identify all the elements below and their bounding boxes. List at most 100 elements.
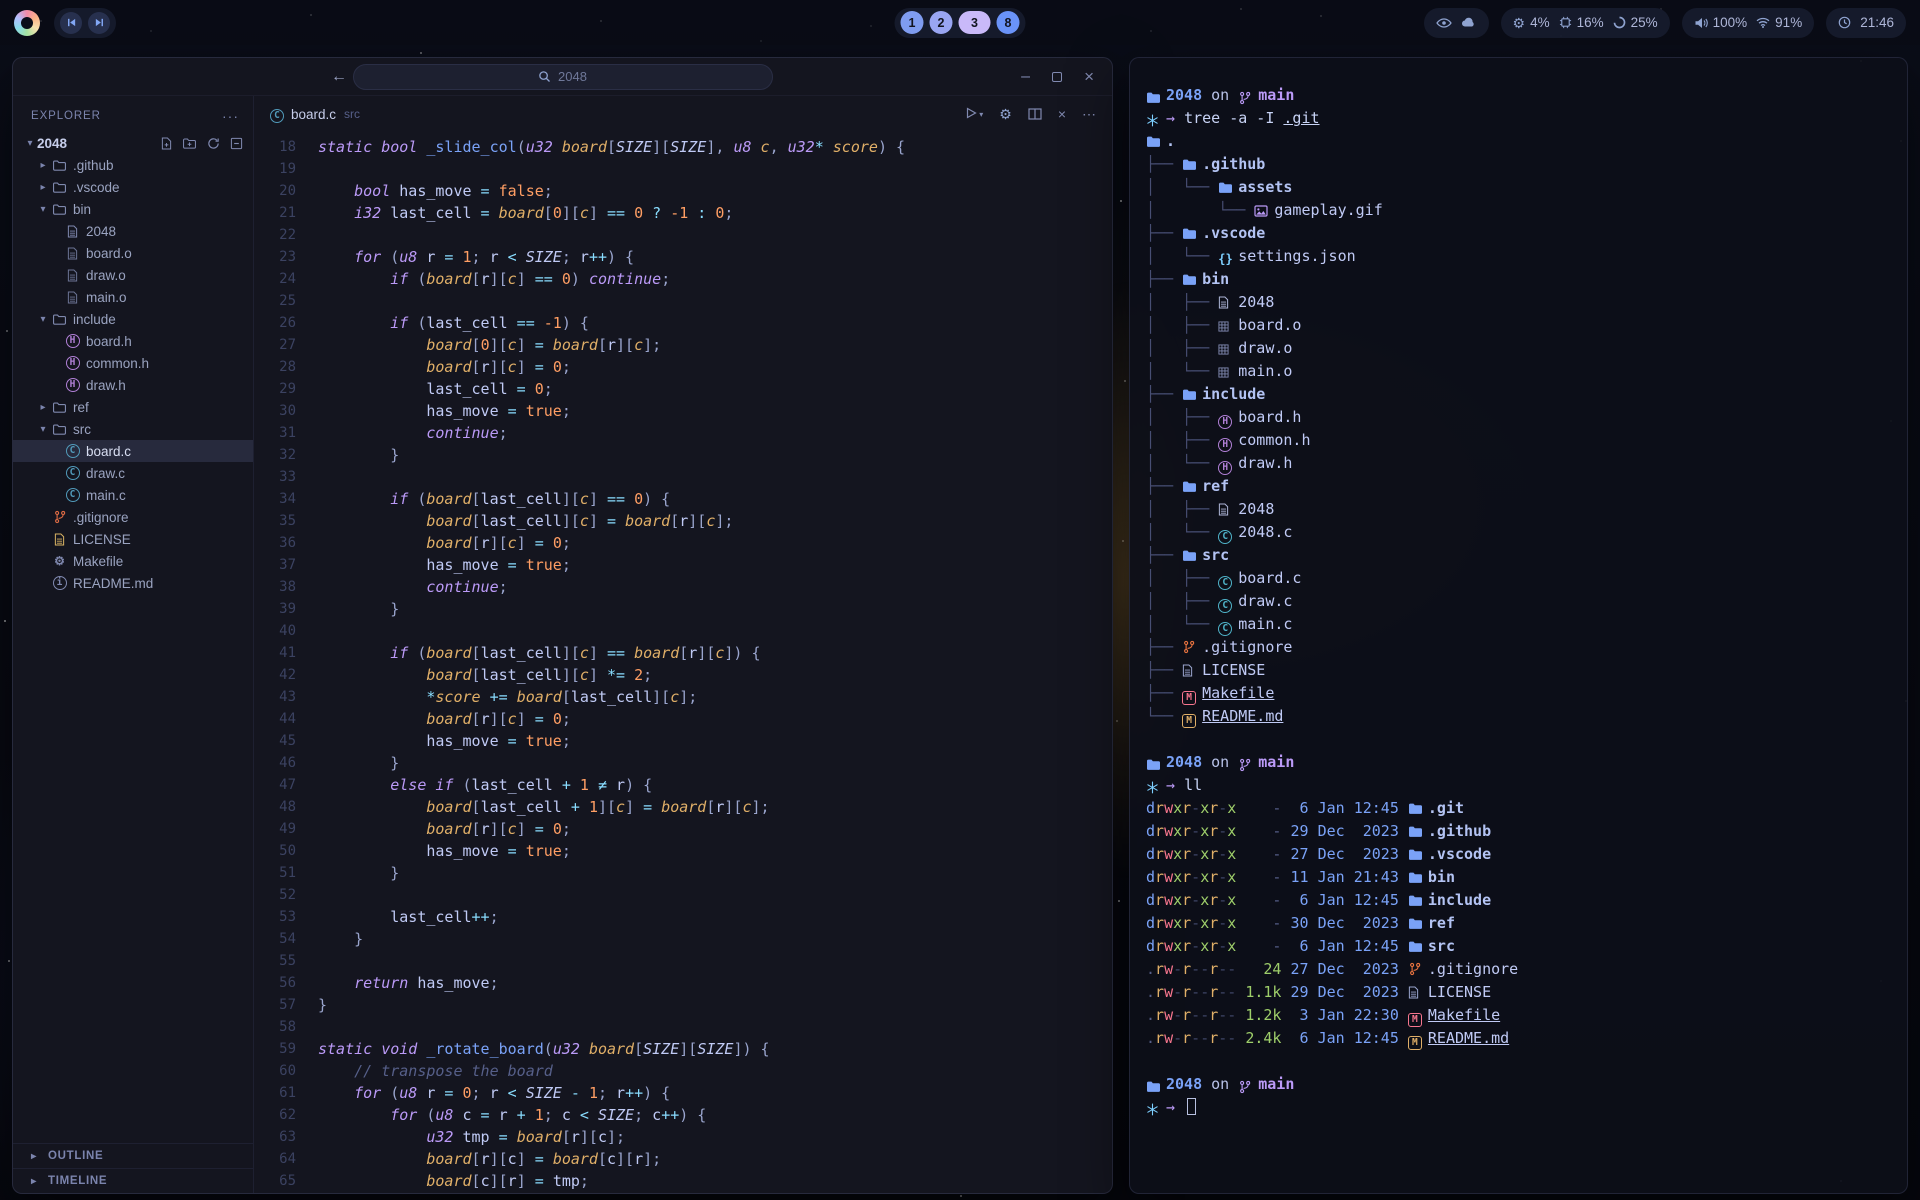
code-line[interactable]: 46 } — [254, 752, 1112, 774]
refresh-icon[interactable] — [207, 137, 220, 150]
code-line[interactable]: 21 i32 last_cell = board[0][c] == 0 ? -1… — [254, 202, 1112, 224]
code-line[interactable]: 56 return has_move; — [254, 972, 1112, 994]
outline-section[interactable]: ▸ OUTLINE — [13, 1143, 253, 1168]
editor-more-icon[interactable]: ⋯ — [1082, 106, 1096, 123]
workspace-2[interactable]: 2 — [930, 11, 953, 34]
code-line[interactable]: 22 — [254, 224, 1112, 246]
code-line[interactable]: 47 else if (last_cell + 1 ≠ r) { — [254, 774, 1112, 796]
code-line[interactable]: 30 has_move = true; — [254, 400, 1112, 422]
code-line[interactable]: 32 } — [254, 444, 1112, 466]
close-button[interactable]: × — [1084, 67, 1094, 87]
chevron-down-icon[interactable]: ▾ — [36, 204, 50, 215]
terminal-command-line[interactable]: → tree -a -I .git — [1146, 107, 1891, 130]
system-logo-icon[interactable] — [14, 10, 40, 36]
code-line[interactable]: 55 — [254, 950, 1112, 972]
media-next-button[interactable] — [88, 12, 110, 34]
code-line[interactable]: 33 — [254, 466, 1112, 488]
code-line[interactable]: 48 board[last_cell + 1][c] = board[r][c]… — [254, 796, 1112, 818]
workspace-3[interactable]: 3 — [959, 11, 991, 34]
explorer-item-README.md[interactable]: iREADME.md — [13, 572, 253, 594]
chevron-right-icon[interactable]: ▸ — [36, 182, 50, 193]
explorer-item-draw.h[interactable]: Hdraw.h — [13, 374, 253, 396]
code-line[interactable]: 35 board[last_cell][c] = board[r][c]; — [254, 510, 1112, 532]
chevron-right-icon[interactable]: ▸ — [36, 160, 50, 171]
explorer-item-main.o[interactable]: main.o — [13, 286, 253, 308]
chevron-down-icon[interactable]: ▾ — [36, 314, 50, 325]
explorer-item-include[interactable]: ▾include — [13, 308, 253, 330]
workspace-8[interactable]: 8 — [997, 11, 1020, 34]
editor-titlebar[interactable]: ← → 2048 – × — [13, 58, 1112, 96]
code-line[interactable]: 23 for (u8 r = 1; r < SIZE; r++) { — [254, 246, 1112, 268]
minimize-button[interactable]: – — [1021, 68, 1030, 86]
explorer-item-board.h[interactable]: Hboard.h — [13, 330, 253, 352]
explorer-item-ref[interactable]: ▸ref — [13, 396, 253, 418]
media-previous-button[interactable] — [60, 12, 82, 34]
navigate-back-icon[interactable]: ← — [331, 68, 347, 86]
chevron-down-icon[interactable]: ▾ — [23, 138, 37, 149]
explorer-item-Makefile[interactable]: ⚙Makefile — [13, 550, 253, 572]
collapse-all-icon[interactable] — [230, 137, 243, 150]
code-line[interactable]: 29 last_cell = 0; — [254, 378, 1112, 400]
timeline-section[interactable]: ▸ TIMELINE — [13, 1168, 253, 1193]
code-area[interactable]: 18static bool _slide_col(u32 board[SIZE]… — [254, 132, 1112, 1193]
workspace-1[interactable]: 1 — [901, 11, 924, 34]
explorer-item-2048[interactable]: 2048 — [13, 220, 253, 242]
explorer-item-.vscode[interactable]: ▸.vscode — [13, 176, 253, 198]
code-line[interactable]: 42 board[last_cell][c] *= 2; — [254, 664, 1112, 686]
maximize-button[interactable] — [1052, 72, 1062, 82]
code-line[interactable]: 37 has_move = true; — [254, 554, 1112, 576]
explorer-item-2048[interactable]: ▾2048 — [13, 132, 253, 154]
code-line[interactable]: 50 has_move = true; — [254, 840, 1112, 862]
code-line[interactable]: 63 u32 tmp = board[r][c]; — [254, 1126, 1112, 1148]
settings-gear-icon[interactable]: ⚙ — [999, 107, 1012, 121]
run-button[interactable]: ▾ — [965, 106, 983, 122]
code-line[interactable]: 62 for (u8 c = r + 1; c < SIZE; c++) { — [254, 1104, 1112, 1126]
code-line[interactable]: 20 bool has_move = false; — [254, 180, 1112, 202]
explorer-item-bin[interactable]: ▾bin — [13, 198, 253, 220]
code-line[interactable]: 54 } — [254, 928, 1112, 950]
code-line[interactable]: 49 board[r][c] = 0; — [254, 818, 1112, 840]
code-line[interactable]: 53 last_cell++; — [254, 906, 1112, 928]
explorer-item-board.c[interactable]: Cboard.c — [13, 440, 253, 462]
code-line[interactable]: 44 board[r][c] = 0; — [254, 708, 1112, 730]
code-line[interactable]: 25 — [254, 290, 1112, 312]
code-line[interactable]: 41 if (board[last_cell][c] == board[r][c… — [254, 642, 1112, 664]
code-line[interactable]: 59static void _rotate_board(u32 board[SI… — [254, 1038, 1112, 1060]
code-line[interactable]: 24 if (board[r][c] == 0) continue; — [254, 268, 1112, 290]
code-line[interactable]: 26 if (last_cell == -1) { — [254, 312, 1112, 334]
explorer-item-LICENSE[interactable]: LICENSE — [13, 528, 253, 550]
code-line[interactable]: 39 } — [254, 598, 1112, 620]
code-line[interactable]: 38 continue; — [254, 576, 1112, 598]
new-folder-icon[interactable] — [182, 137, 197, 150]
tab-filename[interactable]: board.c — [291, 107, 336, 122]
code-line[interactable]: 60 // transpose the board — [254, 1060, 1112, 1082]
terminal-window[interactable]: 2048 on main→ tree -a -I .git.├── .githu… — [1129, 57, 1908, 1194]
explorer-item-.github[interactable]: ▸.github — [13, 154, 253, 176]
code-line[interactable]: 61 for (u8 r = 0; r < SIZE - 1; r++) { — [254, 1082, 1112, 1104]
explorer-item-.gitignore[interactable]: .gitignore — [13, 506, 253, 528]
code-line[interactable]: 19 — [254, 158, 1112, 180]
code-line[interactable]: 57} — [254, 994, 1112, 1016]
chevron-right-icon[interactable]: ▸ — [36, 402, 50, 413]
code-line[interactable]: 40 — [254, 620, 1112, 642]
explorer-more-icon[interactable]: ··· — [222, 108, 239, 124]
code-line[interactable]: 51 } — [254, 862, 1112, 884]
code-line[interactable]: 18static bool _slide_col(u32 board[SIZE]… — [254, 136, 1112, 158]
wifi-stat[interactable]: 91% — [1756, 15, 1802, 30]
explorer-item-src[interactable]: ▾src — [13, 418, 253, 440]
explorer-item-draw.o[interactable]: draw.o — [13, 264, 253, 286]
code-line[interactable]: 43 *score += board[last_cell][c]; — [254, 686, 1112, 708]
terminal-command-line[interactable]: → ll — [1146, 774, 1891, 797]
code-line[interactable]: 45 has_move = true; — [254, 730, 1112, 752]
close-tab-icon[interactable]: × — [1058, 106, 1066, 122]
audio-network-widget[interactable]: 100% 91% — [1682, 8, 1815, 38]
code-line[interactable]: 64 board[r][c] = board[c][r]; — [254, 1148, 1112, 1170]
code-line[interactable]: 36 board[r][c] = 0; — [254, 532, 1112, 554]
split-editor-icon[interactable] — [1028, 108, 1042, 120]
chevron-down-icon[interactable]: ▾ — [36, 424, 50, 435]
new-file-icon[interactable] — [161, 137, 172, 150]
code-line[interactable]: 34 if (board[last_cell][c] == 0) { — [254, 488, 1112, 510]
code-line[interactable]: 58 — [254, 1016, 1112, 1038]
explorer-item-common.h[interactable]: Hcommon.h — [13, 352, 253, 374]
code-line[interactable]: 52 — [254, 884, 1112, 906]
